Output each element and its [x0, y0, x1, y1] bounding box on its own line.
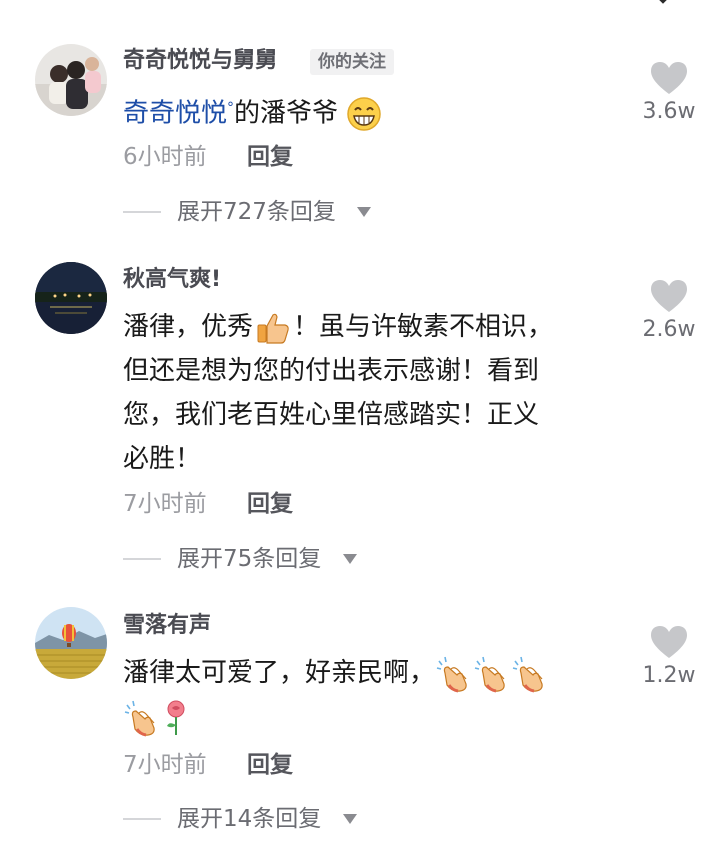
comment-time: 7小时前: [123, 752, 207, 778]
comment-text: 潘律，优秀 ！虽与许敏素不相识， 但还是想为您的付出表示感谢！看到 您，我们老百…: [123, 305, 603, 481]
divider: [123, 558, 161, 560]
reply-button[interactable]: 回复: [247, 750, 293, 780]
like-button[interactable]: 2.6w: [640, 278, 698, 344]
rose-icon: [167, 700, 185, 735]
expand-replies-label: 展开14条回复: [177, 806, 322, 832]
like-count: 1.2w: [642, 663, 696, 688]
divider: [123, 211, 161, 213]
comment-username[interactable]: 秋高气爽!: [123, 266, 221, 294]
chevron-down-icon: [343, 554, 357, 564]
comment-text-body: 的潘爷爷: [234, 98, 339, 129]
like-count: 2.6w: [642, 317, 696, 342]
comment-meta: 6小时前 回复: [123, 142, 293, 172]
comment-meta: 7小时前 回复: [123, 489, 293, 519]
heart-icon: [651, 62, 687, 94]
heart-icon: [651, 280, 687, 312]
reply-button[interactable]: 回复: [247, 142, 293, 172]
comment-username[interactable]: 奇奇悦悦与舅舅 你的关注: [123, 47, 394, 75]
grin-face-icon: [347, 97, 382, 131]
like-count: 3.6w: [642, 99, 696, 124]
chevron-down-icon: [357, 207, 371, 217]
heart-icon: [651, 626, 687, 658]
comment-meta: 7小时前 回复: [123, 750, 293, 780]
avatar[interactable]: [35, 607, 107, 679]
comment-text: 奇奇悦悦°的潘爷爷: [123, 86, 603, 136]
thumbs-up-icon: [257, 313, 289, 344]
like-button[interactable]: 3.6w: [640, 60, 698, 126]
clapping-hands-icon: [436, 656, 467, 692]
clapping-hands-icon: [124, 700, 155, 736]
expand-replies-label: 展开75条回复: [177, 546, 322, 572]
comment-username[interactable]: 雪落有声: [123, 612, 211, 640]
clapping-hands-icon: [512, 656, 543, 692]
mention-search-icon: °: [227, 100, 235, 116]
expand-replies-label: 展开727条回复: [177, 199, 336, 225]
divider: [123, 818, 161, 820]
avatar[interactable]: [35, 262, 107, 334]
avatar[interactable]: [35, 44, 107, 116]
follow-tag: 你的关注: [310, 49, 394, 75]
comment-time: 6小时前: [123, 144, 207, 170]
mention-link[interactable]: 奇奇悦悦: [123, 99, 227, 129]
reply-button[interactable]: 回复: [247, 489, 293, 519]
clapping-hands-icon: [474, 656, 505, 692]
comment-time: 7小时前: [123, 491, 207, 517]
like-button[interactable]: 1.2w: [640, 624, 698, 690]
collapse-caret-icon[interactable]: [653, 0, 673, 4]
chevron-down-icon: [343, 814, 357, 824]
comment-text: 潘律太可爱了，好亲民啊，: [123, 651, 603, 739]
